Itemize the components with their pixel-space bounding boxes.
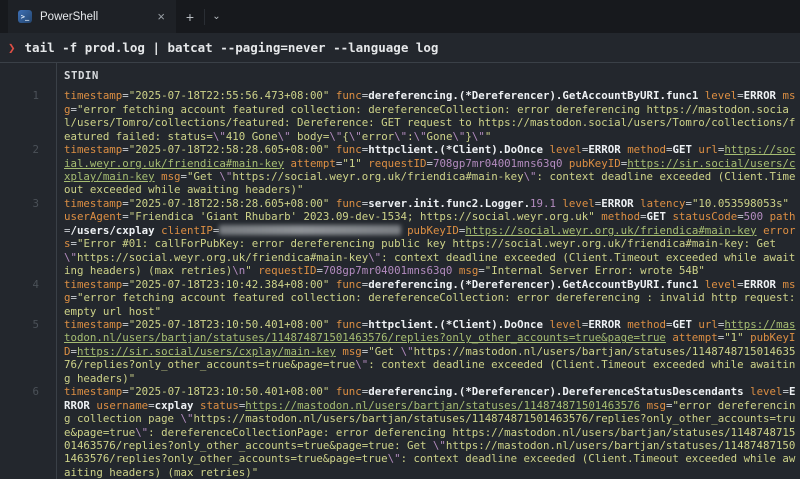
tab-bar: >_ PowerShell × + ⌄ <box>0 0 800 33</box>
prompt-chevron: ❯ <box>8 40 16 56</box>
log-line: 5timestamp="2025-07-18T23:10:50.401+08:0… <box>0 318 800 385</box>
gutter-separator <box>56 63 57 479</box>
line-number: 3 <box>0 197 56 210</box>
log-line: 3timestamp="2025-07-18T22:58:28.605+08:0… <box>0 197 800 278</box>
log-line: 6timestamp="2025-07-18T23:10:50.401+08:0… <box>0 385 800 479</box>
log-lines: 1timestamp="2025-07-18T22:55:56.473+08:0… <box>0 89 800 479</box>
powershell-icon: >_ <box>18 10 32 23</box>
log-line: 4timestamp="2025-07-18T23:10:42.384+08:0… <box>0 278 800 318</box>
tab-dropdown-button[interactable]: ⌄ <box>204 9 228 25</box>
tab-title: PowerShell <box>40 11 146 23</box>
new-tab-button[interactable]: + <box>176 0 204 33</box>
log-text: timestamp="2025-07-18T22:55:56.473+08:00… <box>56 89 800 143</box>
log-text: timestamp="2025-07-18T23:10:50.401+08:00… <box>56 385 800 479</box>
command-line[interactable]: ❯ tail -f prod.log | batcat --paging=nev… <box>0 33 800 62</box>
line-number: 6 <box>0 385 56 398</box>
line-number: 4 <box>0 278 56 291</box>
log-text: timestamp="2025-07-18T23:10:42.384+08:00… <box>56 278 800 318</box>
line-number: 5 <box>0 318 56 331</box>
log-line: 2timestamp="2025-07-18T22:58:28.605+08:0… <box>0 143 800 197</box>
command-text: tail -f prod.log | batcat --paging=never… <box>25 40 439 56</box>
bat-header-row: STDIN <box>0 63 800 89</box>
log-text: timestamp="2025-07-18T22:58:28.605+08:00… <box>56 197 800 278</box>
line-number: 2 <box>0 143 56 156</box>
stdin-header: STDIN <box>56 69 99 82</box>
log-text: timestamp="2025-07-18T23:10:50.401+08:00… <box>56 318 800 385</box>
log-text: timestamp="2025-07-18T22:58:28.605+08:00… <box>56 143 800 197</box>
redacted-client-ip <box>219 225 400 235</box>
tab-close-icon[interactable]: × <box>154 8 168 25</box>
line-number: 1 <box>0 89 56 102</box>
bat-output: STDIN 1timestamp="2025-07-18T22:55:56.47… <box>0 62 800 479</box>
header-gutter <box>0 69 56 82</box>
tab-powershell[interactable]: >_ PowerShell × <box>8 0 176 33</box>
log-line: 1timestamp="2025-07-18T22:55:56.473+08:0… <box>0 89 800 143</box>
terminal-window: >_ PowerShell × + ⌄ ❯ tail -f prod.log |… <box>0 0 800 479</box>
